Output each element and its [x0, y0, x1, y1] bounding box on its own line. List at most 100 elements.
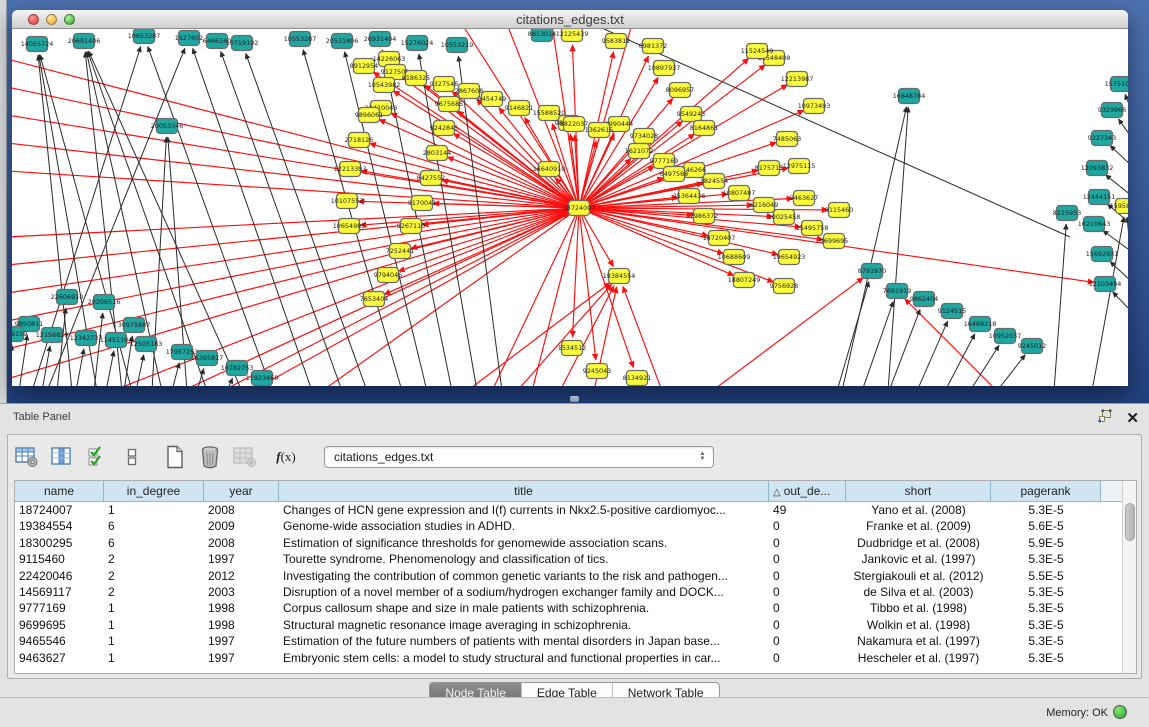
table-cell[interactable]: 5.3E-5 [991, 617, 1101, 633]
column-header-pagerank[interactable]: pagerank [991, 481, 1101, 502]
network-node[interactable]: 25364436 [673, 189, 706, 204]
citation-edge[interactable] [1113, 292, 1128, 312]
panel-divider-grip[interactable] [570, 396, 579, 402]
citation-edge[interactable] [12, 208, 579, 293]
network-node[interactable]: 15751074 [1105, 77, 1128, 92]
citation-edge[interactable] [492, 208, 579, 386]
table-cell[interactable]: Yano et al. (2008) [846, 502, 991, 518]
network-node[interactable]: 30975887 [118, 318, 151, 333]
table-cell[interactable]: 5.3E-5 [991, 650, 1101, 666]
table-cell[interactable]: 5.6E-5 [991, 518, 1101, 534]
table-cell[interactable]: de Silva et al. (2003) [846, 584, 991, 600]
table-cell[interactable]: 9699695 [15, 617, 104, 633]
citation-edge[interactable] [76, 349, 84, 386]
table-cell[interactable]: 1998 [204, 600, 279, 616]
citation-edge[interactable] [106, 351, 114, 386]
network-node[interactable]: 20531806 [326, 34, 359, 49]
table-cell[interactable]: 1997 [204, 551, 279, 567]
citation-edge[interactable] [227, 378, 233, 386]
network-node[interactable]: 9699695 [820, 234, 848, 249]
network-node[interactable]: 2803144 [423, 146, 451, 161]
citation-edge[interactable] [997, 355, 1025, 386]
table-cell[interactable]: 5.3E-5 [991, 502, 1101, 518]
table-cell[interactable]: 1997 [204, 650, 279, 666]
table-cell[interactable]: Tibbo et al. (1998) [846, 600, 991, 616]
table-cell[interactable]: Genome-wide association studies in ADHD. [279, 518, 769, 534]
table-cell[interactable]: 49 [769, 502, 846, 518]
network-node[interactable]: 20206516 [88, 295, 121, 310]
network-node[interactable]: 9794046 [374, 268, 402, 283]
network-node[interactable]: 1362615 [585, 123, 613, 138]
citation-edge[interactable] [12, 208, 579, 265]
table-cell[interactable]: Corpus callosum shape and size in male p… [279, 600, 769, 616]
network-node[interactable]: 19384554 [603, 269, 636, 284]
table-cell[interactable]: 0 [769, 568, 846, 584]
network-node[interactable]: 20691406 [68, 34, 101, 49]
table-cell[interactable]: 1 [104, 502, 204, 518]
network-node[interactable]: 12103494 [1089, 277, 1122, 292]
network-node[interactable]: 10553219 [441, 38, 474, 53]
network-node[interactable]: 9583812 [602, 34, 630, 49]
scrollbar-thumb[interactable] [1125, 503, 1135, 541]
network-node[interactable]: 9862404 [910, 292, 938, 307]
network-node[interactable]: 9267110 [397, 219, 425, 234]
table-cell[interactable]: Dudbridge et al. (2008) [846, 535, 991, 551]
citation-edge[interactable] [842, 107, 907, 386]
select-all-button[interactable] [84, 443, 110, 471]
table-cell[interactable]: 2009 [204, 518, 279, 534]
network-node[interactable]: 7691919 [883, 284, 911, 299]
show-columns-button[interactable] [49, 443, 75, 471]
table-row[interactable]: 1938455462009Genome-wide association stu… [15, 518, 1122, 534]
network-node[interactable]: 7485063 [773, 132, 801, 147]
network-node[interactable]: 26931404 [364, 32, 397, 47]
table-row[interactable]: 1830029562008Estimation of significance … [15, 535, 1122, 551]
table-cell[interactable]: 18300295 [15, 535, 104, 551]
table-row[interactable]: 1872400712008Changes of HCN gene express… [15, 502, 1122, 518]
network-node[interactable]: 8186325 [402, 71, 430, 86]
network-node[interactable]: 19654923 [773, 250, 806, 265]
delete-rows-trash-button[interactable] [197, 443, 223, 471]
table-cell[interactable]: 2008 [204, 502, 279, 518]
table-cell[interactable]: Stergiakouli et al. (2012) [846, 568, 991, 584]
citation-edge[interactable] [579, 208, 633, 368]
table-row[interactable]: 1456911722003Disruption of a novel membe… [15, 584, 1122, 600]
table-cell[interactable]: 0 [769, 551, 846, 567]
table-row[interactable]: 946554611997Estimation of the future num… [15, 633, 1122, 649]
network-node[interactable]: 8791970 [858, 264, 886, 279]
network-node[interactable]: 9463627 [790, 191, 818, 206]
network-node[interactable]: 3824554 [700, 174, 728, 189]
table-cell[interactable]: 9115460 [15, 551, 104, 567]
network-node[interactable]: 11923468 [246, 371, 279, 386]
network-node[interactable]: 8427552 [417, 171, 445, 186]
table-cell[interactable]: Nakamura et al. (1997) [846, 633, 991, 649]
citation-edge[interactable] [532, 208, 579, 386]
network-node[interactable]: 10107553 [331, 194, 364, 209]
table-cell[interactable]: 5.3E-5 [991, 633, 1101, 649]
network-node[interactable]: 10553287 [284, 32, 317, 47]
table-cell[interactable]: 6 [104, 535, 204, 551]
network-node[interactable]: 15276024 [401, 36, 434, 51]
network-node[interactable]: 9146821 [505, 101, 533, 116]
network-node[interactable]: 9896061 [355, 108, 383, 123]
table-cell[interactable]: 9463627 [15, 650, 104, 666]
network-node[interactable]: 8215953 [1053, 206, 1081, 221]
network-node[interactable]: 6981372 [639, 39, 667, 54]
network-node[interactable]: 7653404 [360, 292, 388, 307]
table-cell[interactable]: 2008 [204, 535, 279, 551]
network-node[interactable]: 8454749 [478, 92, 506, 107]
network-node[interactable]: 12213987 [781, 72, 814, 87]
table-cell[interactable]: 2 [104, 551, 204, 567]
network-node[interactable]: 9734028 [630, 129, 658, 144]
network-node[interactable]: 12093832 [1081, 161, 1114, 176]
table-cell[interactable]: 9465546 [15, 633, 104, 649]
close-panel-icon[interactable]: ✕ [1126, 411, 1139, 426]
table-cell[interactable]: 5.9E-5 [991, 535, 1101, 551]
table-cell[interactable]: 5.5E-5 [991, 568, 1101, 584]
network-node[interactable]: 8175715 [755, 161, 783, 176]
network-node[interactable]: 10653287 [128, 29, 161, 44]
network-node[interactable]: 16469218 [964, 317, 997, 332]
citation-edge[interactable] [221, 51, 342, 386]
table-cell[interactable]: 0 [769, 633, 846, 649]
table-cell[interactable]: 0 [769, 518, 846, 534]
table-cell[interactable]: 6 [104, 518, 204, 534]
